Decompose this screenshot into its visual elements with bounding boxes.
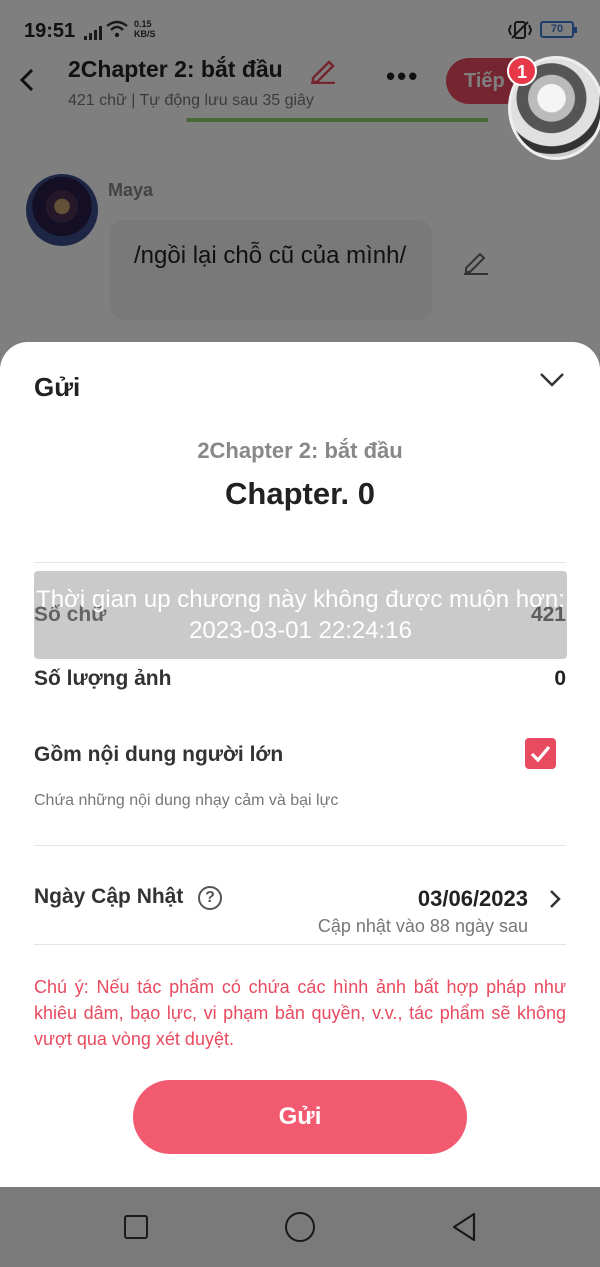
image-count-value: 0 — [554, 667, 566, 690]
notification-badge: 1 — [507, 56, 537, 86]
update-note: Cập nhật vào 88 ngày sau — [317, 916, 528, 936]
sheet-title: Gửi — [34, 372, 81, 402]
adult-content-checkbox[interactable] — [525, 738, 556, 769]
divider — [34, 944, 566, 945]
chevron-down-icon[interactable] — [538, 370, 566, 390]
chapter-number: Chapter. 0 — [225, 476, 375, 511]
image-count-label: Số lượng ảnh — [34, 667, 172, 690]
update-date-value[interactable]: 03/06/2023 — [418, 886, 528, 912]
chapter-name: 2Chapter 2: bắt đầu — [197, 438, 403, 463]
help-icon[interactable]: ? — [198, 886, 222, 910]
adult-content-description: Chứa những nội dung nhạy cảm và bại lực — [34, 792, 339, 809]
chevron-right-icon[interactable] — [548, 888, 562, 910]
divider — [34, 562, 566, 563]
update-date-label: Ngày Cập Nhật — [34, 885, 184, 908]
checkmark-icon — [530, 745, 551, 763]
adult-content-label: Gồm nội dung người lớn — [34, 743, 284, 766]
deadline-toast: Thời gian up chương này không được muộn … — [34, 571, 567, 659]
divider — [34, 845, 566, 846]
submit-button[interactable]: Gửi — [133, 1080, 467, 1154]
content-warning: Chú ý: Nếu tác phẩm có chứa các hình ảnh… — [34, 977, 566, 1049]
submit-sheet: Gửi 2Chapter 2: bắt đầu Chapter. 0 Số ch… — [0, 342, 600, 1187]
